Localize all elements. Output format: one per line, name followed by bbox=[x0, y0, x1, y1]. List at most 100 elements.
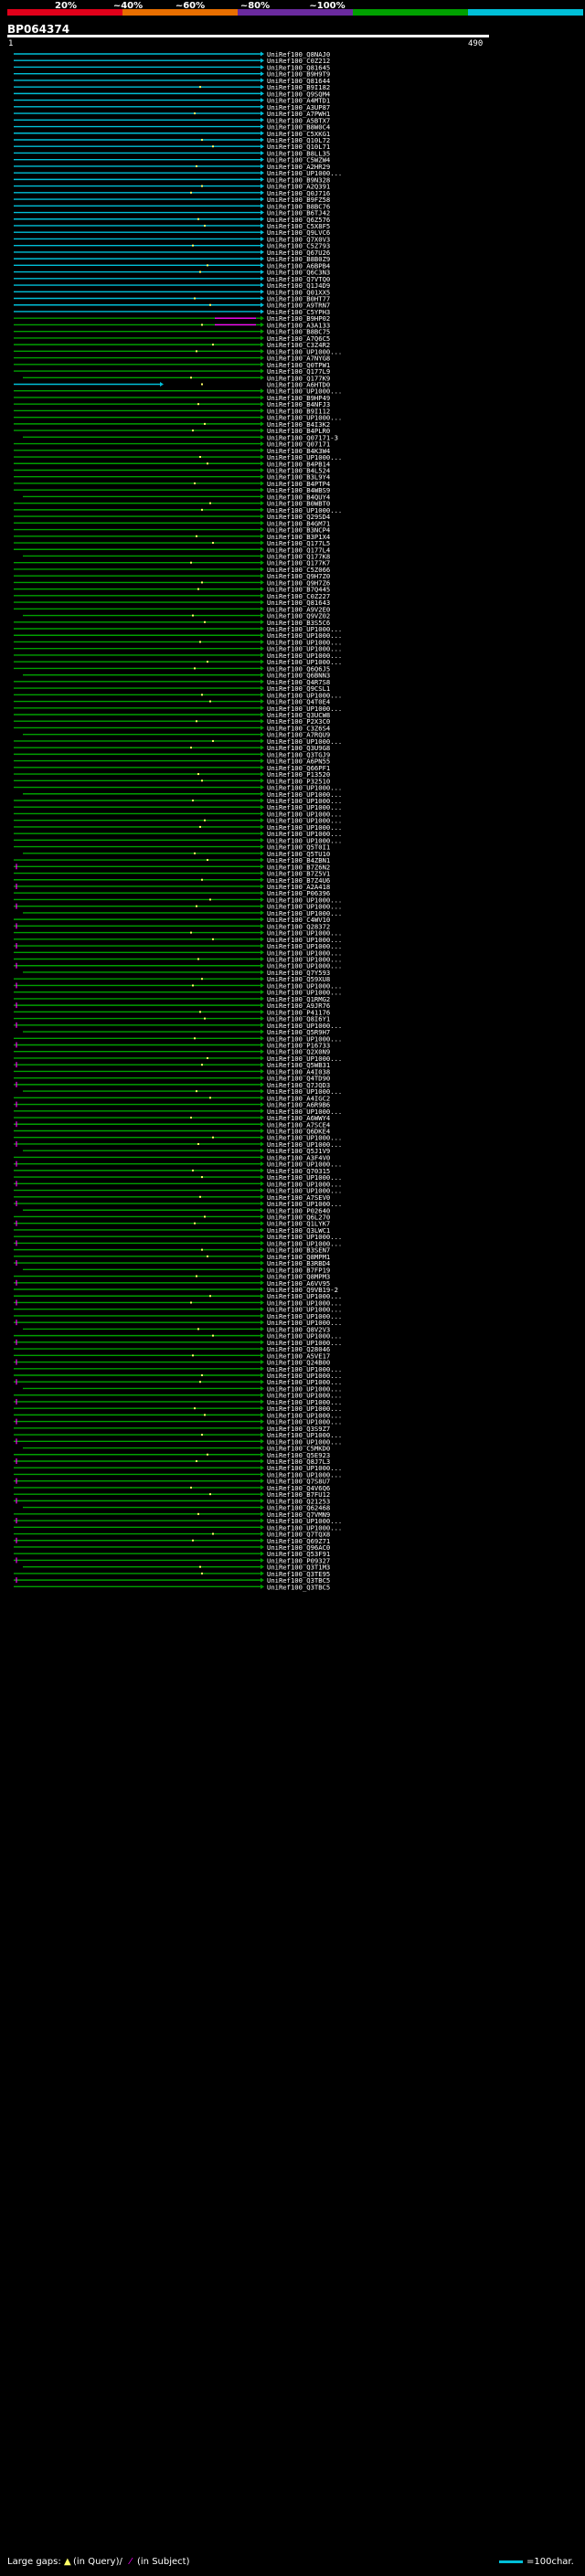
insert-marker bbox=[190, 191, 192, 194]
alignment-end-arrow bbox=[261, 1148, 264, 1153]
alignment-end-arrow bbox=[261, 527, 264, 533]
alignment-end-arrow bbox=[261, 857, 264, 863]
alignment-end-arrow bbox=[261, 705, 264, 711]
alignment-end-arrow bbox=[261, 243, 264, 249]
insert-marker bbox=[201, 185, 203, 187]
legend-scale-line bbox=[499, 2557, 523, 2567]
insert-marker bbox=[204, 1215, 206, 1218]
alignment-end-arrow bbox=[261, 1029, 264, 1034]
alignment-end-arrow bbox=[261, 798, 264, 803]
alignment-end-arrow bbox=[261, 1088, 264, 1094]
alignment-end-arrow bbox=[261, 1584, 264, 1589]
alignment-end-arrow bbox=[261, 1194, 264, 1200]
insert-marker bbox=[196, 720, 197, 723]
alignment-end-arrow bbox=[261, 732, 264, 737]
insert-marker bbox=[199, 1381, 201, 1383]
insert-marker bbox=[201, 581, 203, 584]
alignment-end-arrow bbox=[261, 758, 264, 764]
alignment-end-arrow bbox=[261, 685, 264, 691]
alignment-end-arrow bbox=[261, 322, 264, 327]
alignment-end-arrow bbox=[261, 1498, 264, 1503]
alignment-end-arrow bbox=[261, 824, 264, 830]
alignment-end-arrow bbox=[261, 1287, 264, 1292]
alignment-end-arrow bbox=[261, 587, 264, 592]
alignment-end-arrow bbox=[261, 348, 264, 354]
alignment-end-arrow bbox=[261, 461, 264, 466]
alignment-end-arrow bbox=[261, 1419, 264, 1425]
alignment-end-arrow bbox=[261, 1168, 264, 1173]
alignment-end-arrow bbox=[261, 1511, 264, 1517]
alignment-end-arrow bbox=[261, 164, 264, 169]
alignment-end-arrow bbox=[261, 302, 264, 308]
alignment-end-arrow bbox=[261, 1016, 264, 1022]
alignment-end-arrow bbox=[261, 877, 264, 883]
query-name: BP064374 bbox=[7, 23, 70, 36]
alignment-end-arrow bbox=[261, 639, 264, 644]
alignment-end-arrow bbox=[261, 520, 264, 525]
insert-marker bbox=[192, 1539, 194, 1542]
alignment-end-arrow bbox=[261, 1379, 264, 1384]
alignment-end-arrow bbox=[261, 738, 264, 744]
insert-marker bbox=[212, 1334, 214, 1337]
scale-segment bbox=[353, 9, 468, 16]
alignment-end-arrow bbox=[261, 1426, 264, 1431]
alignment-end-arrow bbox=[261, 501, 264, 506]
alignment-end-arrow bbox=[261, 487, 264, 493]
insert-marker bbox=[199, 1011, 201, 1013]
insert-marker bbox=[199, 1195, 201, 1198]
alignment-end-arrow bbox=[261, 1102, 264, 1108]
alignment-end-arrow bbox=[261, 1049, 264, 1055]
alignment-end-arrow bbox=[261, 957, 264, 962]
alignment-end-arrow bbox=[261, 467, 264, 472]
insert-marker bbox=[207, 1056, 208, 1059]
alignment-end-arrow bbox=[261, 217, 264, 222]
scale-segment bbox=[468, 9, 583, 16]
insert-marker bbox=[201, 779, 203, 782]
alignment-end-arrow bbox=[261, 1234, 264, 1239]
insert-marker bbox=[209, 898, 211, 901]
alignment-end-arrow bbox=[261, 256, 264, 261]
insert-marker bbox=[190, 1486, 192, 1489]
insert-marker bbox=[212, 344, 214, 346]
alignment-end-arrow bbox=[261, 342, 264, 347]
alignment-end-arrow bbox=[261, 679, 264, 684]
alignment-row: UniRef100_Q3TBC5 bbox=[14, 1583, 330, 1591]
alignment-end-arrow bbox=[261, 579, 264, 585]
axis-start-label: 1 bbox=[8, 39, 14, 48]
scale-label: ~40% bbox=[112, 1, 144, 11]
insert-marker bbox=[212, 542, 214, 545]
alignment-end-arrow bbox=[261, 1068, 264, 1074]
insert-marker bbox=[201, 1248, 203, 1251]
alignment-end-arrow bbox=[261, 1154, 264, 1160]
alignment-end-arrow bbox=[261, 692, 264, 697]
alignment-end-arrow bbox=[261, 514, 264, 519]
alignment-end-arrow bbox=[261, 765, 264, 770]
alignment-end-arrow bbox=[261, 890, 264, 896]
alignment-end-arrow bbox=[261, 659, 264, 664]
alignment-end-arrow bbox=[261, 368, 264, 374]
alignment-end-arrow bbox=[261, 1438, 264, 1444]
alignment-end-arrow bbox=[261, 1326, 264, 1331]
insert-marker bbox=[209, 1097, 211, 1099]
alignment-end-arrow bbox=[261, 1479, 264, 1484]
alignment-end-arrow bbox=[261, 355, 264, 361]
alignment-end-arrow bbox=[261, 771, 264, 777]
insert-marker bbox=[197, 773, 199, 776]
alignment-end-arrow bbox=[261, 395, 264, 400]
alignment-end-arrow bbox=[261, 626, 264, 631]
alignment-end-arrow bbox=[261, 262, 264, 268]
alignment-end-arrow bbox=[261, 804, 264, 810]
insert-marker bbox=[207, 661, 208, 663]
alignment-end-arrow bbox=[261, 1446, 264, 1451]
alignment-end-arrow bbox=[261, 1062, 264, 1067]
alignment-end-arrow bbox=[261, 270, 264, 275]
insert-marker bbox=[196, 1459, 197, 1462]
insert-marker bbox=[201, 1572, 203, 1574]
alignment-end-arrow bbox=[261, 851, 264, 856]
alignment-end-arrow bbox=[261, 401, 264, 407]
insert-marker bbox=[207, 859, 208, 862]
alignment-end-arrow bbox=[261, 1023, 264, 1028]
alignment-end-arrow bbox=[261, 560, 264, 566]
alignment-end-arrow bbox=[261, 1254, 264, 1259]
alignment-end-arrow bbox=[261, 124, 264, 130]
